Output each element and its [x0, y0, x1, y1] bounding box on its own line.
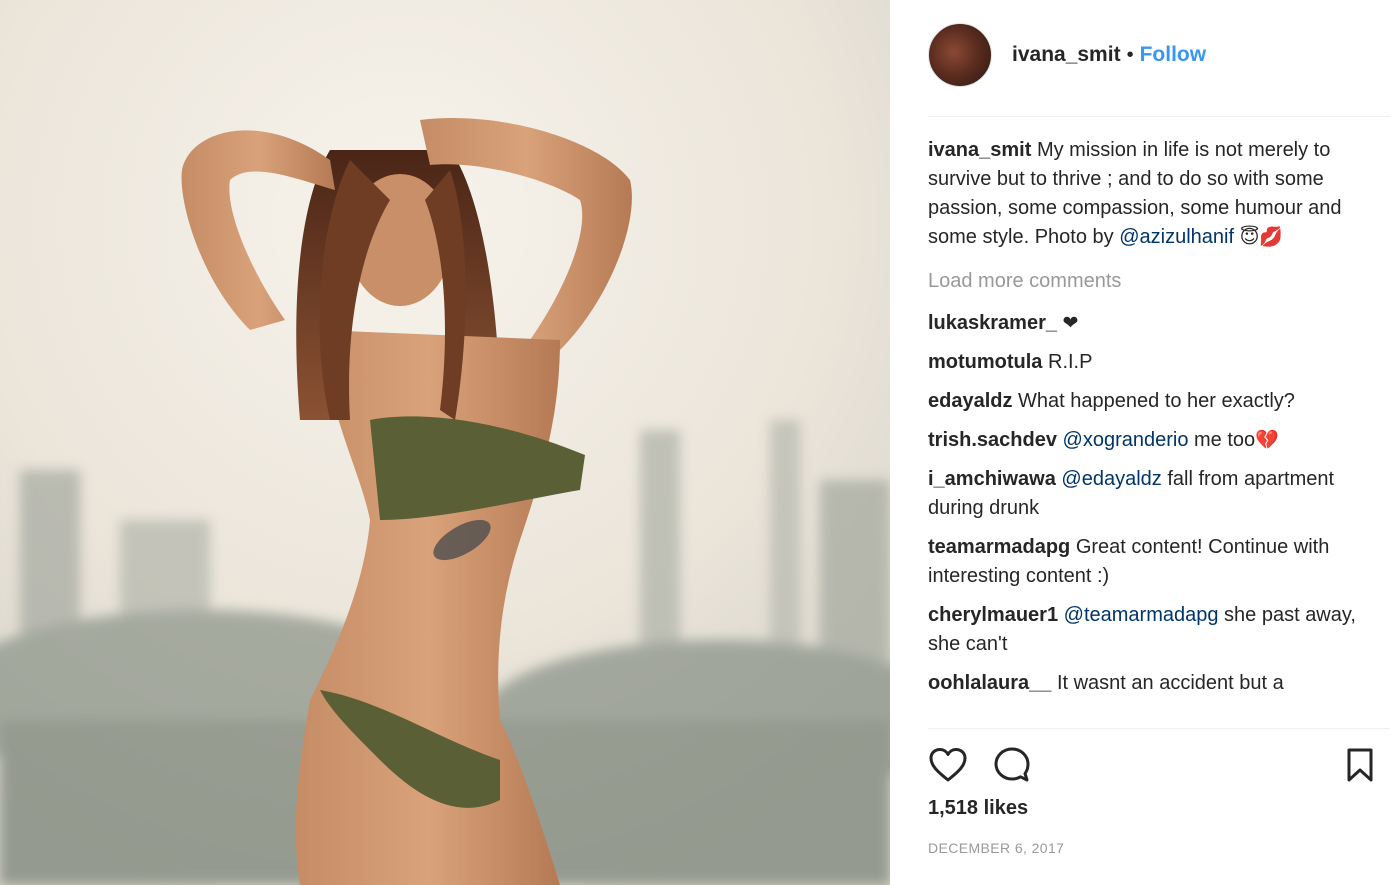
comment-username[interactable]: cherylmauer1 — [928, 604, 1058, 626]
comment-username[interactable]: trish.sachdev — [928, 429, 1057, 451]
comment-username[interactable]: lukaskramer_ — [928, 312, 1057, 334]
comment-text: R.I.P — [1042, 351, 1093, 373]
post-photo — [0, 0, 890, 885]
caption-mention[interactable]: @azizulhanif — [1119, 226, 1234, 248]
comment-text: What happened to her exactly? — [1012, 390, 1295, 412]
actions-divider — [928, 728, 1390, 729]
bookmark-icon — [1347, 748, 1373, 782]
comment-username[interactable]: i_amchiwawa — [928, 468, 1056, 490]
post-header: ivana_smit • Follow — [928, 22, 1206, 88]
comment-username[interactable]: motumotula — [928, 351, 1042, 373]
avatar[interactable] — [928, 23, 992, 87]
comment-emoji: ❤ — [1062, 312, 1079, 334]
likes-count[interactable]: 1,518 likes — [928, 797, 1028, 820]
post-side-panel: ivana_smit • Follow ivana_smit My missio… — [890, 0, 1396, 885]
comment-row: teamarmadapg Great content! Continue wit… — [928, 533, 1358, 591]
caption-username[interactable]: ivana_smit — [928, 139, 1031, 161]
comment-username[interactable]: edayaldz — [928, 390, 1012, 412]
comment-text: It wasnt an accident but a — [1051, 672, 1284, 694]
comment-row: motumotula R.I.P — [928, 348, 1358, 377]
load-more-comments-button[interactable]: Load more comments — [928, 270, 1358, 293]
post-date: DECEMBER 6, 2017 — [928, 840, 1065, 856]
comment-row: edayaldz What happened to her exactly? — [928, 387, 1358, 416]
like-button[interactable] — [928, 745, 968, 785]
comment-username[interactable]: oohlalaura__ — [928, 672, 1051, 694]
comment-button[interactable] — [992, 745, 1032, 785]
comment-bubble-icon — [994, 747, 1030, 782]
header-username[interactable]: ivana_smit — [1012, 43, 1121, 67]
comment-row: trish.sachdev @xogranderio me too💔 — [928, 426, 1358, 455]
comment-emoji: 💔 — [1255, 429, 1279, 451]
follow-button[interactable]: Follow — [1140, 43, 1207, 67]
comment-text-tail: me too — [1188, 429, 1256, 451]
comment-row: i_amchiwawa @edayaldz fall from apartmen… — [928, 465, 1358, 523]
comment-mention[interactable]: @edayaldz — [1061, 468, 1161, 490]
comment-rows: lukaskramer_ ❤ motumotula R.I.P edayaldz W… — [928, 309, 1358, 698]
caption: ivana_smit My mission in life is not mer… — [928, 136, 1358, 252]
comment-username[interactable]: teamarmadapg — [928, 536, 1070, 558]
caption-emoji: 😇💋 — [1239, 226, 1284, 248]
comment-mention[interactable]: @teamarmadapg — [1064, 604, 1219, 626]
comment-mention[interactable]: @xogranderio — [1063, 429, 1189, 451]
save-button[interactable] — [1340, 745, 1380, 785]
header-separator: • — [1126, 43, 1134, 66]
comment-row: oohlalaura__ It wasnt an accident but a — [928, 669, 1358, 698]
header-divider — [928, 116, 1390, 117]
photo-illustration — [0, 0, 890, 885]
comment-row: cherylmauer1 @teamarmadapg she past away… — [928, 601, 1358, 659]
comment-row: lukaskramer_ ❤ — [928, 309, 1358, 338]
heart-icon — [929, 748, 967, 782]
action-bar — [928, 742, 1380, 788]
comments-list[interactable]: ivana_smit My mission in life is not mer… — [928, 136, 1358, 726]
